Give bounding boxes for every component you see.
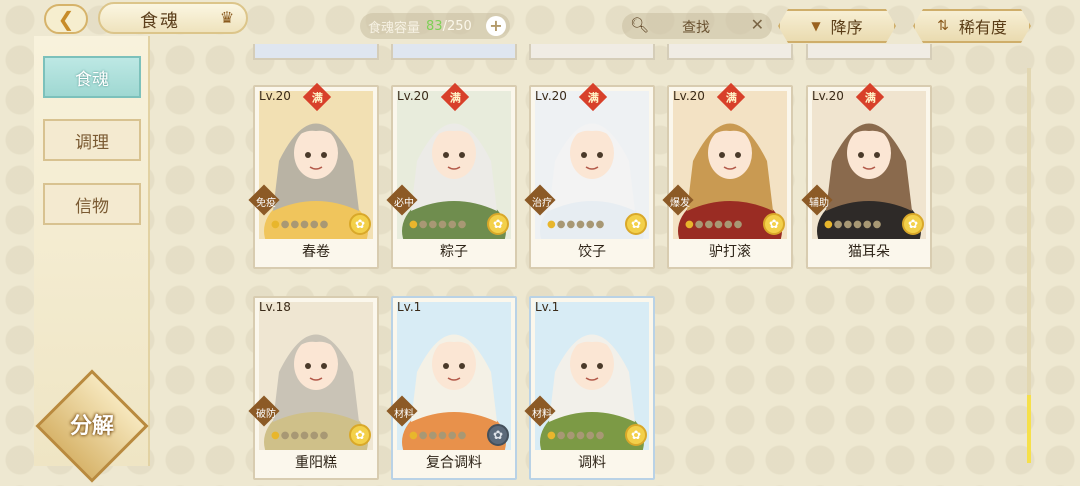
max-level-text: 满 xyxy=(864,91,876,104)
partial-card[interactable] xyxy=(253,44,379,60)
food-soul-card[interactable]: Lv.18 破防 ●●●●●● ✿ 重阳糕 xyxy=(248,296,379,480)
level-label: Lv.1 xyxy=(535,300,560,314)
star-rating: ●●●●●● xyxy=(271,430,330,441)
star-rating: ●●●●●● xyxy=(685,219,744,230)
character-name: 饺子 xyxy=(578,244,606,260)
food-soul-card[interactable]: Lv.20 满辅助 ●●●●●● ✿ 猫耳朵 xyxy=(801,82,932,269)
level-label: Lv.18 xyxy=(259,300,291,314)
capacity-current: 83 xyxy=(426,18,443,34)
clear-icon[interactable]: ✕ xyxy=(751,15,764,34)
search-placeholder: 查找 xyxy=(682,20,710,36)
level-label: Lv.20 xyxy=(535,89,567,103)
max-level-text: 满 xyxy=(587,91,599,104)
character-name: 猫耳朵 xyxy=(848,244,890,260)
back-button[interactable]: ❮ xyxy=(44,4,88,34)
decompose-label[interactable]: 分解 xyxy=(52,408,132,440)
star-rating: ●●●●●● xyxy=(824,219,883,230)
crown-icon[interactable]: ♛ xyxy=(215,8,239,27)
sort-label: 降序 xyxy=(830,18,863,37)
page-title: 食魂 xyxy=(140,11,180,32)
role-label: 爆发 xyxy=(670,198,690,209)
max-level-text: 满 xyxy=(725,91,737,104)
tab-seasoning[interactable]: 调理 xyxy=(43,119,141,161)
rarity-flower-icon: ✿ xyxy=(349,424,371,446)
rarity-flower-icon: ✿ xyxy=(487,424,509,446)
max-level-text: 满 xyxy=(311,91,323,104)
star-rating: ●●●●●● xyxy=(409,430,468,441)
star-rating: ●●●●●● xyxy=(271,219,330,230)
partial-card[interactable] xyxy=(391,44,517,60)
rarity-filter-button[interactable]: ⇅ 稀有度 xyxy=(913,9,1031,43)
level-label: Lv.20 xyxy=(673,89,705,103)
character-name: 粽子 xyxy=(440,244,468,260)
food-soul-card[interactable]: Lv.20 满治疗 ●●●●●● ✿ 饺子 xyxy=(524,82,655,269)
food-soul-card[interactable]: Lv.20 满爆发 ●●●●●● ✿ 驴打滚 xyxy=(662,82,793,269)
partial-card[interactable] xyxy=(806,44,932,60)
character-name: 复合调料 xyxy=(426,455,482,471)
rarity-flower-icon: ✿ xyxy=(349,213,371,235)
role-label: 治疗 xyxy=(532,198,552,209)
search-input[interactable]: 🔍︎ 查找 ✕ xyxy=(622,13,772,39)
partial-card[interactable] xyxy=(529,44,655,60)
character-name: 重阳糕 xyxy=(295,455,337,471)
rarity-flower-icon: ✿ xyxy=(763,213,785,235)
food-soul-card[interactable]: Lv.1 材料 ●●●●●● ✿ 复合调料 xyxy=(386,296,517,480)
level-label: Lv.1 xyxy=(397,300,422,314)
level-label: Lv.20 xyxy=(812,89,844,103)
sort-order-button[interactable]: ▼ 降序 xyxy=(778,9,896,43)
role-label: 破防 xyxy=(256,409,276,420)
partial-card[interactable] xyxy=(667,44,793,60)
expand-capacity-button[interactable]: + xyxy=(486,16,506,36)
food-soul-card[interactable]: Lv.20 满免疫 ●●●●●● ✿ 春卷 xyxy=(248,82,379,269)
search-icon: 🔍︎ xyxy=(630,16,650,34)
rarity-flower-icon: ✿ xyxy=(625,424,647,446)
character-name: 驴打滚 xyxy=(709,244,751,260)
capacity-label: 食魂容量 xyxy=(368,20,421,36)
sort-down-icon: ▼ xyxy=(811,19,821,33)
role-label: 必中 xyxy=(394,198,414,209)
food-soul-card[interactable]: Lv.1 材料 ●●●●●● ✿ 调料 xyxy=(524,296,655,480)
level-label: Lv.20 xyxy=(259,89,291,103)
food-soul-card[interactable]: Lv.20 满必中 ●●●●●● ✿ 粽子 xyxy=(386,82,517,269)
capacity-max: /250 xyxy=(442,18,472,34)
capacity-display: 食魂容量 83 /250 + xyxy=(360,13,510,39)
role-label: 免疫 xyxy=(256,198,276,209)
tab-food-soul[interactable]: 食魂 xyxy=(43,56,141,98)
character-name: 调料 xyxy=(578,455,606,471)
back-arrow-icon: ❮ xyxy=(57,7,75,31)
star-rating: ●●●●●● xyxy=(409,219,468,230)
star-rating: ●●●●●● xyxy=(547,219,606,230)
star-rating: ●●●●●● xyxy=(547,430,606,441)
character-name: 春卷 xyxy=(302,244,330,260)
scrollbar-thumb[interactable] xyxy=(1027,395,1031,463)
rarity-flower-icon: ✿ xyxy=(487,213,509,235)
role-label: 材料 xyxy=(394,409,414,420)
sort-toggle-icon: ⇅ xyxy=(937,18,949,34)
sidebar: 食魂 调理 信物 分解 xyxy=(34,36,150,483)
rarity-flower-icon: ✿ xyxy=(902,213,924,235)
level-label: Lv.20 xyxy=(397,89,429,103)
role-label: 材料 xyxy=(532,409,552,420)
rarity-flower-icon: ✿ xyxy=(625,213,647,235)
tab-token[interactable]: 信物 xyxy=(43,183,141,225)
max-level-text: 满 xyxy=(449,91,461,104)
rarity-label: 稀有度 xyxy=(958,18,1007,37)
role-label: 辅助 xyxy=(809,198,829,209)
top-bar: ❮ 食魂 ♛ 食魂容量 83 /250 + 🔍︎ 查找 ✕ ▼ 降序 ⇅ 稀有度 xyxy=(0,0,1080,44)
